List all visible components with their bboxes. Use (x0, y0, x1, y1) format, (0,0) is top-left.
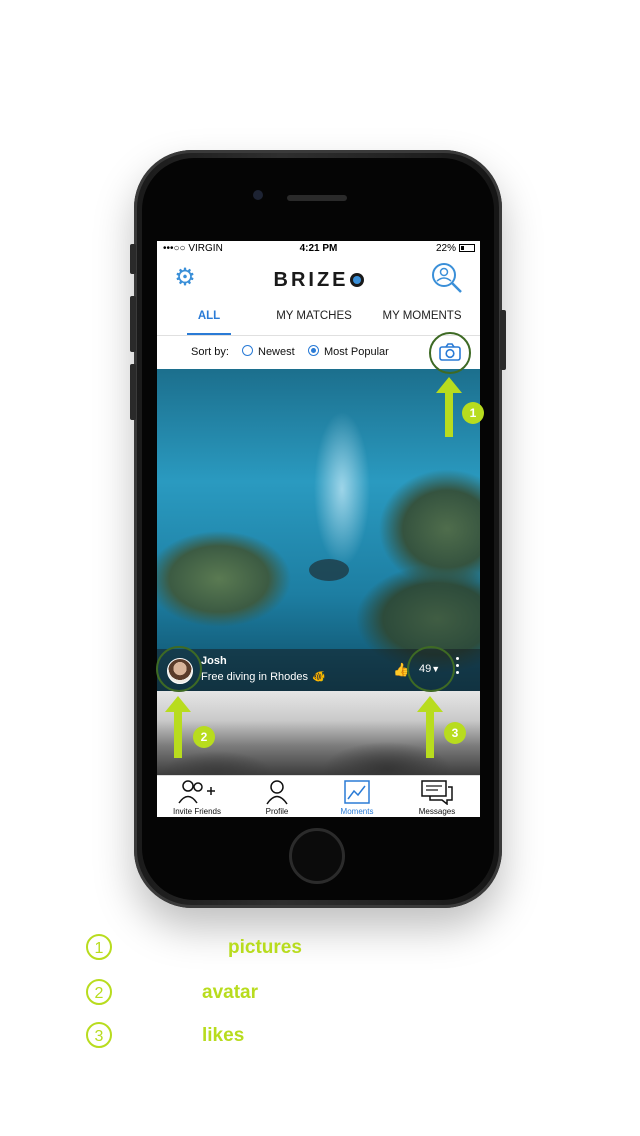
invite-friends-icon (178, 780, 215, 804)
bottom-tab-bar: Invite Friends Profile Moments Messages (157, 775, 480, 817)
power-button (500, 310, 506, 370)
moments-icon (344, 780, 370, 804)
tab-all[interactable]: ALL (177, 301, 241, 335)
legend-item-likes: 3 likes (86, 1022, 346, 1052)
annotation-ring-avatar (156, 646, 202, 692)
sort-label: Sort by: (191, 346, 229, 358)
post-user-name[interactable]: Josh (201, 655, 227, 667)
nav-label-moments: Moments (340, 807, 374, 816)
annotation-arrow-up-icon (436, 377, 462, 437)
moments-tabs: ALL MY MATCHES MY MOMENTS (157, 301, 480, 336)
more-options-icon[interactable] (456, 657, 460, 678)
earpiece (287, 195, 347, 201)
tab-my-matches[interactable]: MY MATCHES (265, 301, 363, 335)
fish-emoji-icon: 🐠 (312, 671, 326, 683)
annotation-arrow-up-icon (165, 696, 191, 758)
profile-icon (266, 780, 288, 805)
legend-number-3: 3 (86, 1022, 112, 1048)
front-camera (253, 190, 263, 200)
post-caption: Free diving in Rhodes 🐠 (201, 671, 326, 683)
mute-switch (130, 244, 136, 274)
legend-label-pictures: pictures (228, 937, 302, 958)
radio-newest[interactable] (242, 345, 253, 356)
annotation-ring-likes (407, 646, 455, 692)
battery-icon (459, 244, 475, 252)
legend-label-avatar: avatar (202, 982, 258, 1003)
logo-pin-icon (349, 273, 364, 287)
top-navbar: ⚙ BRIZE (157, 259, 480, 299)
battery-percent: 22% (435, 243, 456, 254)
home-button[interactable] (289, 828, 345, 884)
volume-down-button (130, 364, 136, 420)
diver-figure (309, 559, 349, 581)
annotation-arrow-up-icon (417, 696, 443, 758)
status-bar: •••○○ VIRGIN 4:21 PM 22% (157, 241, 480, 257)
radio-most-popular[interactable] (308, 345, 319, 356)
messages-icon (421, 780, 453, 805)
nav-label-messages: Messages (418, 807, 456, 816)
nav-invite-friends[interactable]: Invite Friends (157, 776, 237, 817)
nav-profile[interactable]: Profile (237, 776, 317, 817)
nav-label-invite: Invite Friends (172, 807, 222, 816)
option-newest[interactable]: Newest (258, 346, 295, 358)
nav-label-profile: Profile (265, 807, 289, 816)
legend-number-2: 2 (86, 979, 112, 1005)
legend-item-avatar: 2 avatar (86, 979, 346, 1009)
tab-my-moments[interactable]: MY MOMENTS (375, 301, 469, 335)
annotation-badge-1: 1 (462, 402, 484, 424)
search-user-icon[interactable] (430, 261, 464, 295)
legend-number-1: 1 (86, 934, 112, 960)
legend-label-likes: likes (202, 1025, 245, 1046)
option-most-popular[interactable]: Most Popular (324, 346, 389, 358)
annotation-badge-2: 2 (193, 726, 215, 748)
volume-up-button (130, 296, 136, 352)
annotation-ring-pictures (429, 332, 471, 374)
annotation-badge-3: 3 (444, 722, 466, 744)
legend-item-pictures: 1 pictures (86, 934, 346, 964)
moment-photo[interactable] (157, 369, 480, 691)
status-time: 4:21 PM (299, 243, 338, 254)
nav-moments[interactable]: Moments (317, 776, 397, 817)
nav-messages[interactable]: Messages (397, 776, 477, 817)
